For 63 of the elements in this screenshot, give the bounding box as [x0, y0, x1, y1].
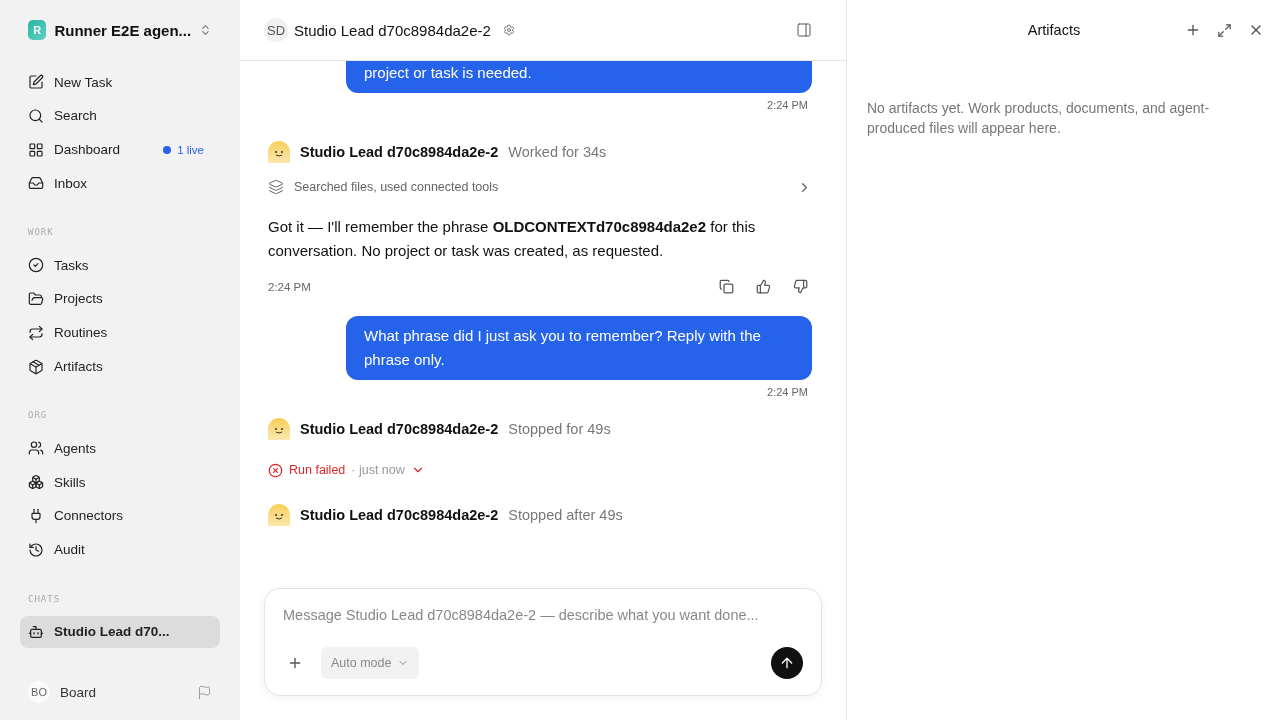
agent-name: Studio Lead d70c8984da2e-2 [300, 144, 499, 160]
sidebar-item[interactable]: Skills [20, 466, 220, 499]
sidebar-item[interactable]: Search [20, 99, 220, 132]
settings-icon[interactable] [502, 24, 515, 36]
sidebar-item[interactable]: Dashboard 1 live [20, 133, 220, 166]
people-icon [28, 440, 44, 457]
plug-icon [28, 507, 44, 524]
chat-title: Studio Lead d70c8984da2e-2 [294, 21, 491, 39]
run-time: · just now [351, 463, 405, 477]
agent-message: Got it — I'll remember the phrase OLDCONTEXTd70c8984da2e2 for this conversation. No project or task was created, as requested. [268, 217, 757, 261]
message-time: 2:24 PM [767, 99, 808, 111]
sidebar-item[interactable]: Inbox [20, 167, 220, 200]
activity-row[interactable]: Searched files, used connected tools [268, 171, 812, 203]
package-icon [28, 358, 44, 375]
user-message: project or task is needed. [346, 61, 812, 93]
smiley-avatar-icon [268, 141, 290, 163]
sidebar-item[interactable]: Projects [20, 283, 220, 315]
sidebar-item[interactable]: Routines [20, 316, 220, 349]
user-message: What phrase did I just ask you to remember? Reply with the phrase only. [346, 316, 812, 380]
message-time: 2:24 PM [767, 386, 808, 398]
workspace-name[interactable]: Runner E2E agen... [54, 21, 192, 39]
agent-status: Worked for 34s [508, 144, 607, 160]
sidebar-item[interactable]: Audit [20, 533, 220, 566]
live-badge: 1 live [163, 143, 204, 156]
empty-message: No artifacts yet. Work products, documents, and agent-produced files will appear here. [867, 99, 1211, 138]
section-title: WORK [27, 227, 55, 238]
user-avatar: BO [28, 681, 50, 703]
grid-icon [28, 141, 44, 158]
inbox-icon [28, 175, 44, 192]
repeat-icon [28, 324, 44, 341]
section-title: CHATS [27, 593, 62, 604]
agent-status: Stopped for 49s [508, 421, 611, 437]
layers-icon [268, 179, 284, 195]
sidebar-item[interactable]: Agents [20, 432, 220, 465]
user-name[interactable]: Board [60, 684, 187, 700]
sidebar-item[interactable]: New Task [20, 66, 220, 98]
sidebar-item[interactable]: Tasks [20, 249, 220, 282]
message-time: 2:24 PM [268, 280, 312, 293]
boxes-icon [28, 474, 44, 491]
history-icon [28, 541, 44, 558]
check-circle-icon [28, 257, 44, 274]
robot-icon [28, 623, 44, 640]
sidebar-item[interactable]: Connectors [20, 499, 220, 532]
agent-status: Stopped after 49s [508, 507, 623, 523]
section-title: ORG [27, 410, 49, 421]
sidebar-item[interactable]: Studio Lead d70... [20, 615, 220, 648]
workspace-logo: R [28, 20, 47, 40]
panel-title: Artifacts [1026, 22, 1082, 38]
error-icon [268, 462, 283, 478]
agent-name: Studio Lead d70c8984da2e-2 [300, 507, 499, 523]
panel-icon[interactable] [796, 22, 812, 38]
send-button[interactable] [771, 647, 803, 679]
smiley-avatar-icon [268, 418, 290, 440]
agent-name: Studio Lead d70c8984da2e-2 [300, 421, 499, 437]
sidebar-item[interactable]: Artifacts [20, 350, 220, 383]
search-icon [28, 107, 44, 124]
agent-avatar: SD [264, 18, 288, 42]
run-status: Run failed [289, 463, 346, 477]
folder-icon [28, 291, 44, 307]
chevrons-icon[interactable] [199, 23, 212, 37]
pencil-square-icon [28, 74, 44, 90]
smiley-avatar-icon [268, 504, 290, 526]
flag-icon[interactable] [197, 684, 212, 700]
